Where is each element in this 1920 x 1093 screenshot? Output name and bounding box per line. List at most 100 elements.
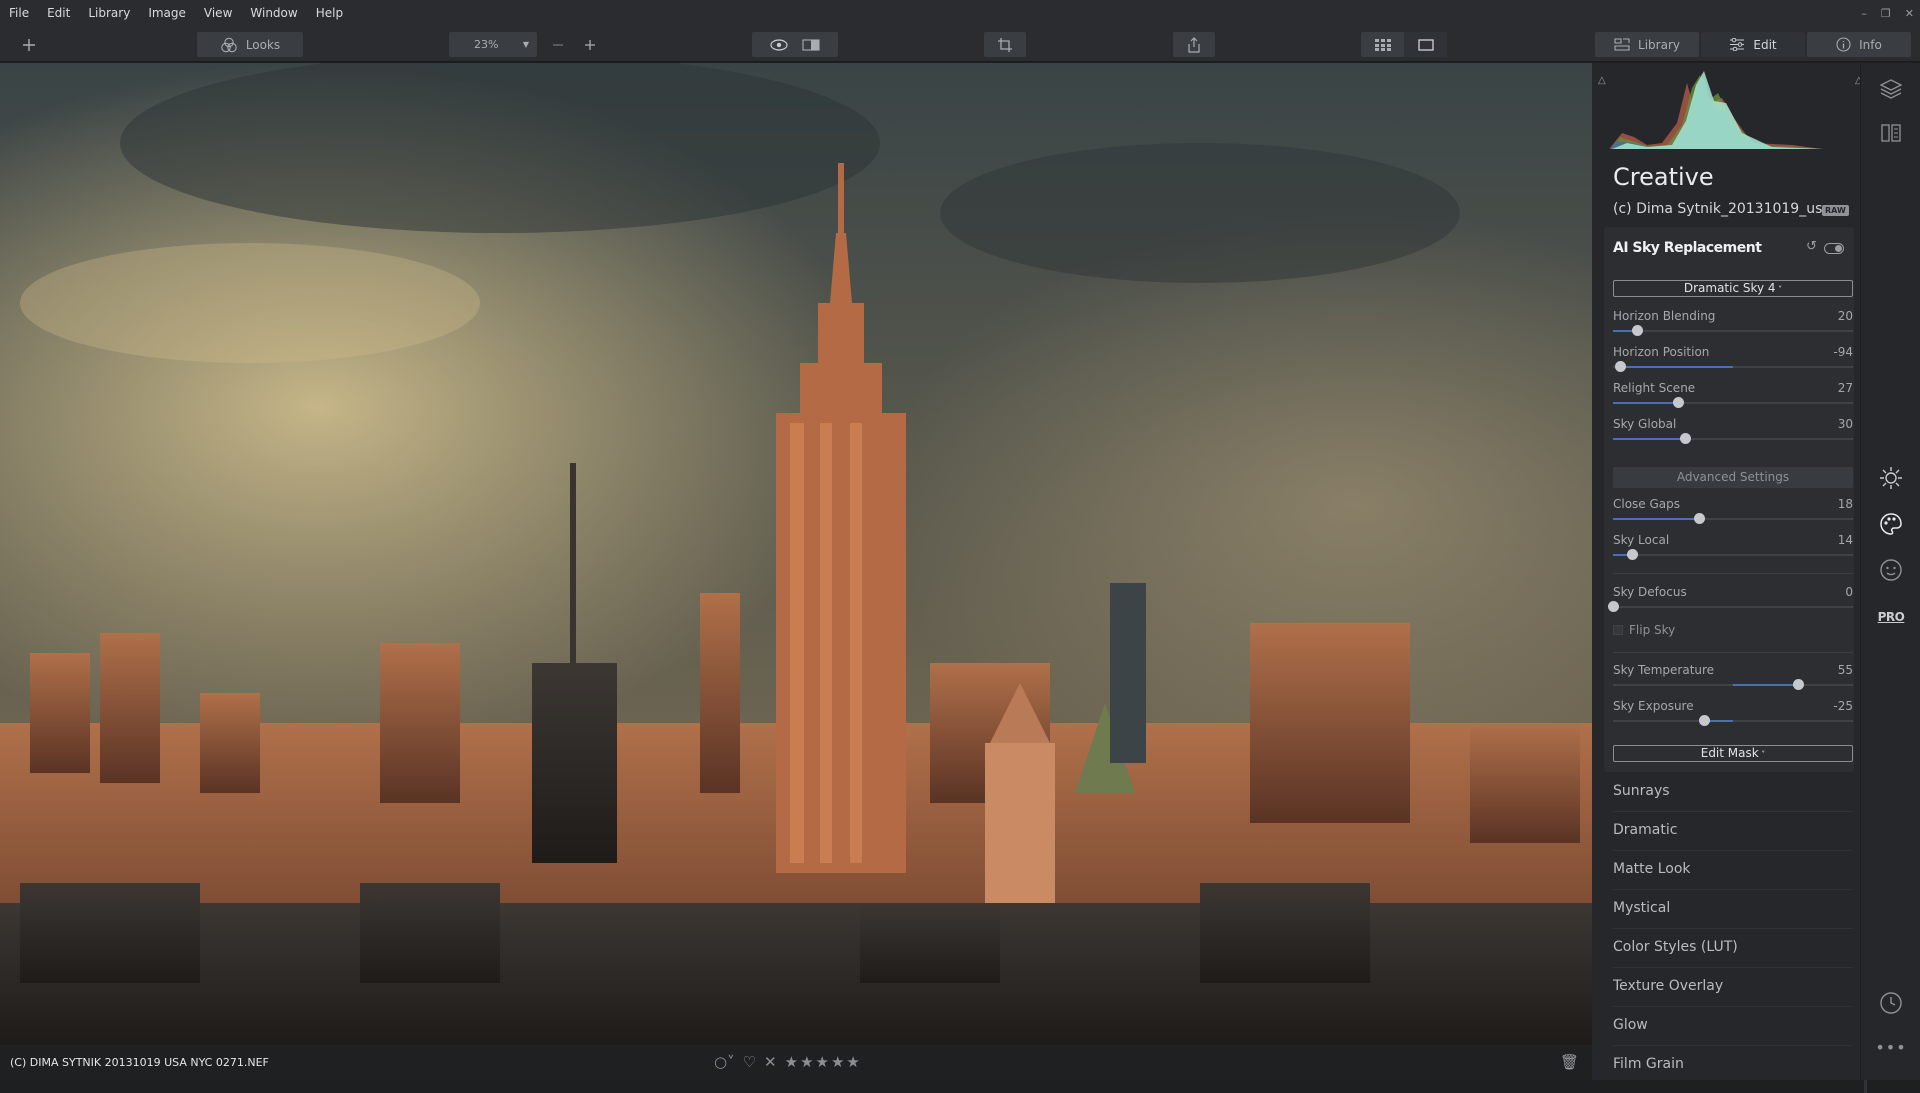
sun-icon[interactable] [1877, 464, 1905, 492]
slider-horizon-blending[interactable]: Horizon Blending 20 [1613, 309, 1853, 345]
star-rating[interactable]: ★★★★★ [785, 1053, 862, 1071]
menu-file[interactable]: File [0, 0, 38, 26]
menu-library[interactable]: Library [79, 0, 139, 26]
view-mode-group [1361, 32, 1447, 57]
filter-matte-look[interactable]: Matte Look [1613, 851, 1853, 890]
slider-value[interactable]: -94 [1833, 345, 1853, 359]
slider-value[interactable]: 0 [1845, 585, 1853, 599]
palette-icon[interactable] [1877, 510, 1905, 538]
color-label-icon[interactable]: ○˅ [714, 1053, 735, 1071]
slider-value[interactable]: 18 [1838, 497, 1853, 511]
slider-close-gaps[interactable]: Close Gaps 18 [1613, 497, 1853, 533]
filter-dramatic[interactable]: Dramatic [1613, 812, 1853, 851]
slider-sky-temperature[interactable]: Sky Temperature 55 [1613, 663, 1853, 699]
slider-horizon-position[interactable]: Horizon Position -94 [1613, 345, 1853, 381]
menu-window[interactable]: Window [241, 0, 306, 26]
heart-icon[interactable]: ♡ [743, 1053, 756, 1071]
export-button[interactable] [1173, 32, 1215, 57]
slider-thumb[interactable] [1699, 715, 1711, 726]
single-view-button[interactable] [1404, 32, 1447, 57]
tab-library-label: Library [1638, 37, 1680, 52]
grid-view-button[interactable] [1361, 32, 1404, 57]
eye-icon[interactable] [770, 38, 788, 51]
tab-library[interactable]: Library [1595, 32, 1699, 57]
filter-mystical[interactable]: Mystical [1613, 890, 1853, 929]
divider [1613, 652, 1853, 653]
slider-label: Relight Scene [1613, 381, 1696, 395]
slider-value[interactable]: 20 [1838, 309, 1853, 323]
layers-icon[interactable] [1877, 75, 1905, 103]
slider-thumb[interactable] [1615, 361, 1627, 372]
zoom-value: 23% [474, 38, 499, 51]
slider-sky-local[interactable]: Sky Local 14 [1613, 533, 1853, 569]
zoom-select[interactable]: 23% ▼ [449, 32, 537, 57]
slider-label: Sky Temperature [1613, 663, 1715, 677]
slider-thumb[interactable] [1694, 513, 1706, 524]
slider-thumb[interactable] [1608, 601, 1619, 612]
filter-color-styles[interactable]: Color Styles (LUT) [1613, 929, 1853, 968]
compare-panel-icon[interactable] [1877, 119, 1905, 147]
slider-value[interactable]: 27 [1838, 381, 1853, 395]
crop-button[interactable] [984, 32, 1026, 57]
advanced-settings-button[interactable]: Advanced Settings [1613, 467, 1853, 488]
toolbar: Looks 23% ▼ Library Edit Info [0, 26, 1920, 62]
add-button[interactable] [8, 32, 50, 57]
flip-sky-checkbox[interactable]: Flip Sky [1613, 623, 1675, 637]
zoom-out-button[interactable] [545, 32, 571, 57]
menu-view[interactable]: View [195, 0, 241, 26]
slider-label: Sky Exposure [1613, 699, 1694, 713]
slider-value[interactable]: 14 [1838, 533, 1853, 547]
panel-title: Creative [1613, 163, 1714, 191]
reset-icon[interactable]: ↺ [1806, 239, 1817, 254]
status-bar: (C) DIMA SYTNIK 20131019 USA NYC 0271.NE… [0, 1045, 1592, 1080]
minimize-icon[interactable]: – [1861, 7, 1867, 20]
more-icon[interactable]: ••• [1875, 1033, 1905, 1061]
pro-badge[interactable]: PRO [1877, 603, 1905, 631]
filter-texture-overlay[interactable]: Texture Overlay [1613, 968, 1853, 1007]
slider-value[interactable]: 30 [1838, 417, 1853, 431]
checkbox-box[interactable] [1613, 625, 1623, 635]
chevron-down-icon: ˅ [1775, 285, 1783, 294]
filter-film-grain[interactable]: Film Grain [1613, 1046, 1853, 1085]
edit-mask-dropdown[interactable]: Edit Mask ˅ [1613, 745, 1853, 762]
tab-edit[interactable]: Edit [1701, 32, 1805, 57]
zoom-in-button[interactable] [577, 32, 603, 57]
slider-thumb[interactable] [1632, 325, 1643, 336]
slider-sky-defocus[interactable]: Sky Defocus 0 [1608, 585, 1853, 621]
filter-sunrays[interactable]: Sunrays [1613, 773, 1853, 812]
slider-thumb[interactable] [1792, 679, 1804, 690]
flip-sky-label: Flip Sky [1629, 623, 1676, 637]
histogram: △ △ [1592, 63, 1863, 155]
slider-label: Horizon Blending [1613, 309, 1716, 323]
info-icon [1836, 37, 1851, 52]
slider-value[interactable]: 55 [1838, 663, 1853, 677]
menu-edit[interactable]: Edit [38, 0, 79, 26]
sky-select-dropdown[interactable]: Dramatic Sky 4 ˅ [1613, 280, 1853, 297]
tab-info[interactable]: Info [1807, 32, 1911, 57]
slider-thumb[interactable] [1672, 397, 1684, 408]
filter-glow[interactable]: Glow [1613, 1007, 1853, 1046]
plus-icon [585, 39, 595, 50]
slider-label: Sky Local [1613, 533, 1670, 547]
toggle-visibility-icon[interactable] [1824, 243, 1844, 254]
reject-icon[interactable]: ✕ [764, 1053, 777, 1071]
restore-icon[interactable]: ❐ [1881, 7, 1891, 20]
photo-canvas[interactable] [0, 63, 1592, 1045]
slider-sky-exposure[interactable]: Sky Exposure -25 [1613, 699, 1853, 735]
looks-button[interactable]: Looks [197, 32, 303, 57]
menu-image[interactable]: Image [139, 0, 195, 26]
slider-value[interactable]: -25 [1833, 699, 1853, 713]
face-icon[interactable] [1877, 556, 1905, 584]
slider-label: Horizon Position [1613, 345, 1710, 359]
close-icon[interactable]: ✕ [1905, 7, 1914, 20]
slider-thumb[interactable] [1680, 433, 1691, 444]
history-icon[interactable] [1877, 989, 1905, 1017]
menu-help[interactable]: Help [307, 0, 352, 26]
slider-thumb[interactable] [1627, 549, 1639, 560]
slider-relight-scene[interactable]: Relight Scene 27 [1613, 381, 1853, 417]
compare-icon[interactable] [802, 38, 820, 51]
trash-icon[interactable]: 🗑 [1560, 1053, 1579, 1071]
slider-sky-global[interactable]: Sky Global 30 [1613, 417, 1853, 453]
minus-icon [553, 43, 563, 46]
tools-rail: PRO ••• [1860, 63, 1920, 1080]
